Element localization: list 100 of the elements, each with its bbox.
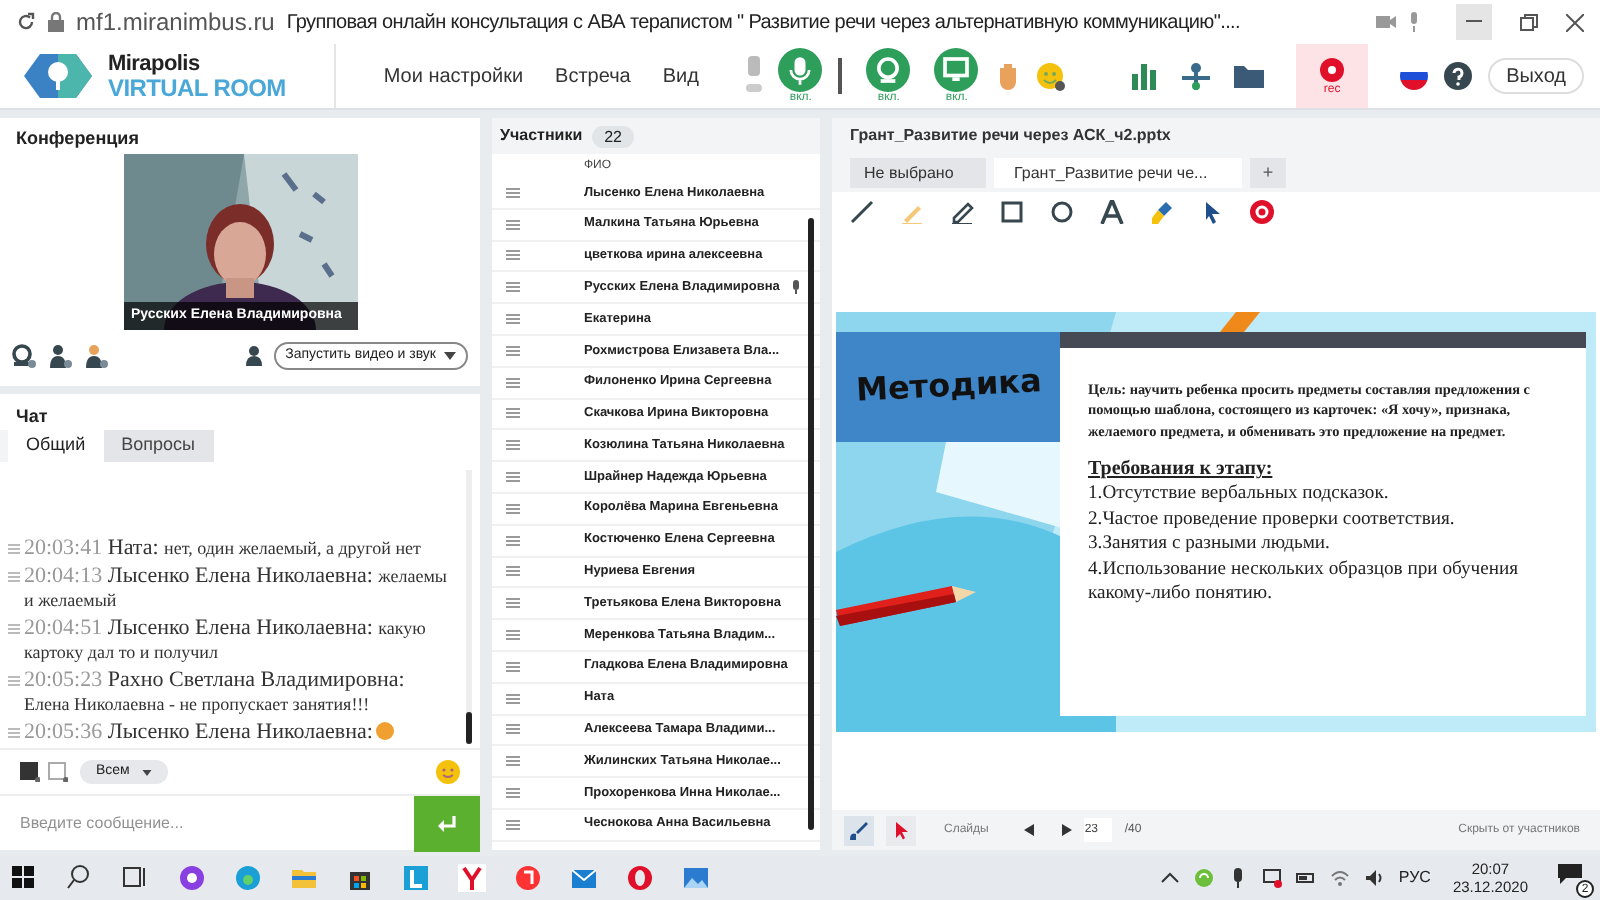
folder-icon[interactable] xyxy=(1234,64,1265,88)
search-icon[interactable] xyxy=(66,864,94,892)
drag-handle-icon[interactable] xyxy=(506,630,520,641)
emoji-icon[interactable] xyxy=(436,760,460,784)
pencil-icon[interactable] xyxy=(950,200,974,224)
background-color-icon[interactable] xyxy=(48,762,68,782)
windows-icon[interactable] xyxy=(10,864,38,892)
text-color-icon[interactable] xyxy=(20,762,40,782)
pointer-mode-button[interactable] xyxy=(886,815,916,845)
menu-item[interactable]: Встреча xyxy=(555,61,631,91)
drag-handle-icon[interactable] xyxy=(506,598,520,609)
restore-icon[interactable] xyxy=(1520,13,1538,31)
keyboard-language[interactable]: РУС xyxy=(1398,866,1431,890)
photos-icon[interactable] xyxy=(682,864,710,892)
letter-l-tile-icon[interactable] xyxy=(402,864,430,892)
add-tab-button[interactable]: + xyxy=(1250,158,1286,188)
logo-subtitle: VIRTUAL ROOM xyxy=(108,75,286,99)
logo-icon xyxy=(24,50,92,102)
bar-chart-icon[interactable] xyxy=(1130,62,1159,90)
file-explorer-icon[interactable] xyxy=(290,864,318,892)
drag-handle-icon[interactable] xyxy=(506,250,520,261)
drag-handle-icon[interactable] xyxy=(506,724,520,735)
webcam-icon[interactable] xyxy=(12,344,36,368)
drag-handle-icon[interactable] xyxy=(506,788,520,799)
circle-icon[interactable] xyxy=(1050,200,1074,224)
drag-handle-icon[interactable] xyxy=(506,756,520,767)
camera-button[interactable] xyxy=(866,48,911,92)
scrollbar-thumb[interactable] xyxy=(808,218,814,830)
speaker-icon[interactable] xyxy=(1364,868,1385,888)
brush-icon xyxy=(850,821,868,839)
document-tab[interactable]: Не выбрано xyxy=(850,158,986,188)
next-icon[interactable] xyxy=(1062,824,1073,836)
text-tool-icon[interactable] xyxy=(1100,200,1124,224)
draw-mode-button[interactable] xyxy=(844,815,874,845)
line-icon[interactable] xyxy=(850,200,874,224)
user-hand-icon[interactable] xyxy=(84,344,108,368)
record-icon xyxy=(1320,57,1345,81)
opera-icon[interactable] xyxy=(626,864,654,892)
help-icon[interactable] xyxy=(1444,62,1473,90)
minimize-button[interactable] xyxy=(1456,4,1492,40)
network-icon[interactable] xyxy=(1182,62,1211,90)
emoji-icon[interactable] xyxy=(1036,61,1067,91)
monitor-icon[interactable] xyxy=(1262,868,1283,888)
drag-handle-icon[interactable] xyxy=(506,693,520,704)
mic-button[interactable] xyxy=(778,48,823,92)
enter-icon xyxy=(437,816,457,832)
drag-handle-icon[interactable] xyxy=(506,661,520,672)
emoji-icon xyxy=(376,722,395,740)
screen-button[interactable] xyxy=(934,48,979,92)
document-title: Грант_Развитие речи через АСК_ч2.pptx xyxy=(832,118,1600,154)
voice-assistant-icon[interactable] xyxy=(178,864,206,892)
clear-icon[interactable] xyxy=(1250,200,1274,224)
scrollbar-thumb[interactable] xyxy=(466,712,472,744)
panel-title: Конференция xyxy=(14,126,141,150)
chevron-up-icon[interactable] xyxy=(1160,868,1181,888)
drag-handle-icon[interactable] xyxy=(506,187,520,198)
slide-subheading: Требования к этапу: xyxy=(1088,458,1275,482)
browser-y-icon[interactable] xyxy=(458,864,486,892)
task-view-icon[interactable] xyxy=(122,864,150,892)
wifi-icon[interactable] xyxy=(1330,868,1351,888)
drag-handle-icon[interactable] xyxy=(506,535,520,546)
drag-handle-icon[interactable] xyxy=(506,377,520,388)
drag-handle-icon[interactable] xyxy=(506,819,520,830)
document-tab[interactable]: Грант_Развитие речи че... xyxy=(994,158,1242,188)
user-icon xyxy=(245,346,262,366)
chat-tab[interactable]: Общий xyxy=(8,430,104,462)
close-icon[interactable] xyxy=(1566,13,1584,31)
slide-list-item: 3.Занятия с разными людьми. xyxy=(1088,532,1332,557)
device-toggle-icon[interactable] xyxy=(746,54,763,98)
slide-list-item: 4.Использование нескольких образцов при обучения какому-либо понятию. xyxy=(1088,557,1521,607)
message-handle-icon xyxy=(8,544,20,554)
sync-icon[interactable] xyxy=(1194,868,1215,888)
mail-icon[interactable] xyxy=(570,864,598,892)
drag-handle-icon[interactable] xyxy=(506,345,520,356)
pencil-drawing xyxy=(836,581,976,629)
drag-handle-icon[interactable] xyxy=(506,503,520,514)
drag-handle-icon[interactable] xyxy=(506,440,520,451)
menu-item[interactable]: Мои настройки xyxy=(383,61,524,91)
menu-item[interactable]: Вид xyxy=(662,61,699,91)
pointer-icon[interactable] xyxy=(1200,200,1224,224)
user-mic-icon[interactable] xyxy=(48,344,72,368)
drag-handle-icon[interactable] xyxy=(506,282,520,293)
count-badge: 22 xyxy=(592,125,635,147)
battery-icon[interactable] xyxy=(1296,868,1317,888)
exit-button[interactable]: Выход xyxy=(1488,58,1584,94)
drag-handle-icon[interactable] xyxy=(506,314,520,325)
address-text: mf1.miranimbus.ru xyxy=(76,6,275,40)
dropdown-caret-icon xyxy=(141,769,152,775)
rectangle-icon[interactable] xyxy=(1000,200,1024,224)
eraser-icon[interactable] xyxy=(1150,200,1174,224)
mic-icon xyxy=(1408,12,1420,32)
previous-icon[interactable] xyxy=(1024,824,1035,836)
slide-list-item: 2.Частое проведение проверки соответствия. xyxy=(1088,507,1457,532)
drag-handle-icon[interactable] xyxy=(506,408,520,419)
reload-icon[interactable] xyxy=(16,12,36,32)
drag-handle-icon[interactable] xyxy=(506,219,520,230)
drag-handle-icon[interactable] xyxy=(506,566,520,577)
browser-icon[interactable] xyxy=(234,864,262,892)
drag-handle-icon[interactable] xyxy=(506,472,520,483)
chat-tab[interactable]: Вопросы xyxy=(103,430,213,462)
